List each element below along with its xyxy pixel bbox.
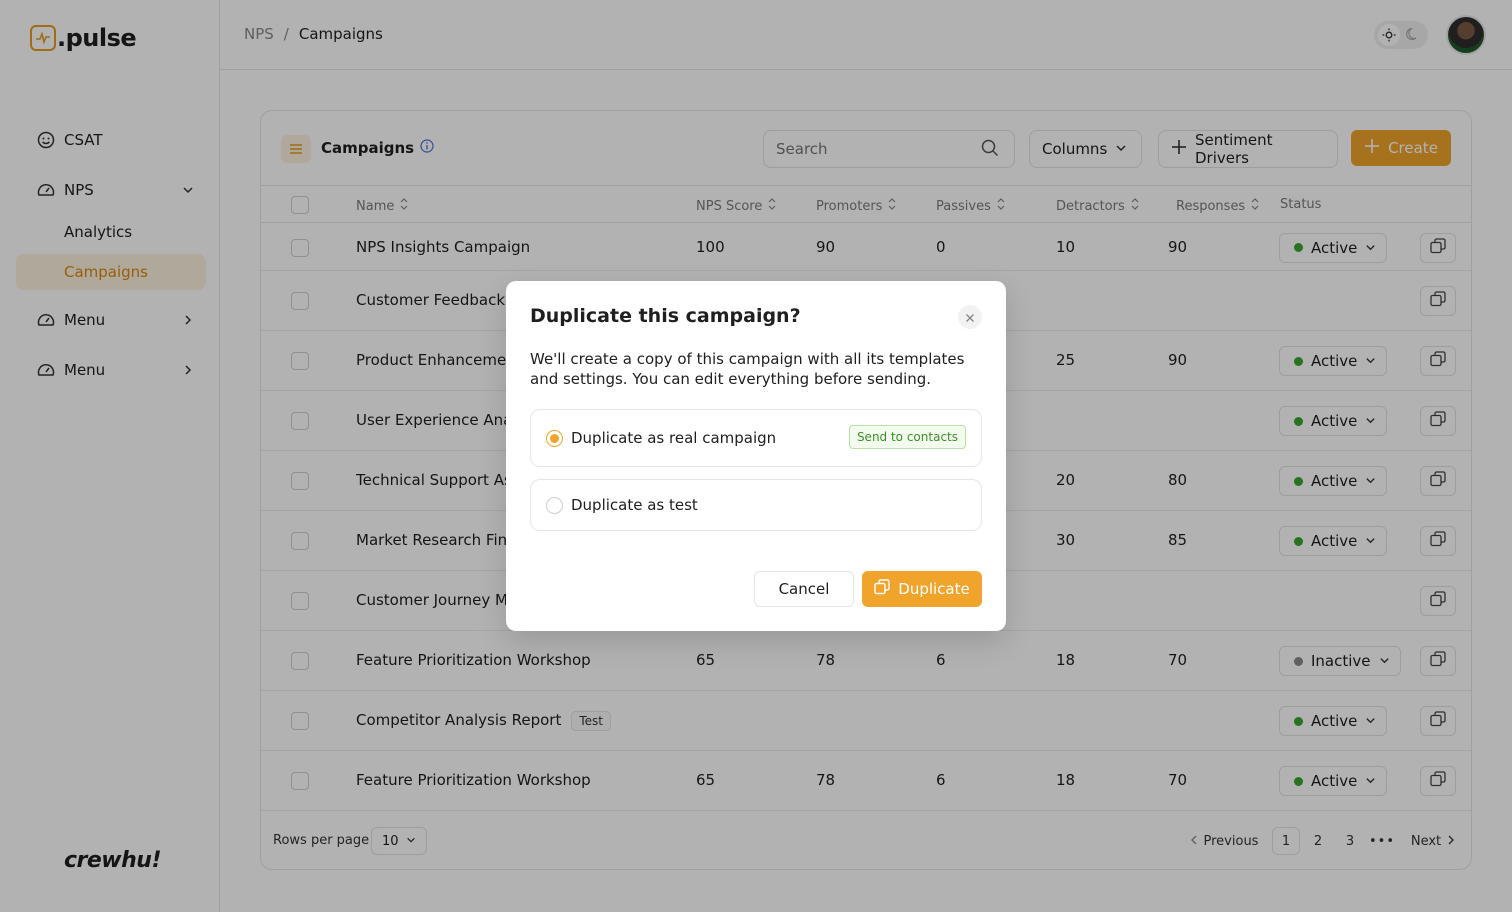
- close-icon: [965, 308, 975, 327]
- cancel-button[interactable]: Cancel: [754, 571, 854, 607]
- send-to-contacts-badge: Send to contacts: [848, 425, 966, 449]
- close-button[interactable]: [958, 305, 982, 329]
- option-duplicate-real[interactable]: Duplicate as real campaign Send to conta…: [530, 409, 982, 467]
- dialog-title: Duplicate this campaign?: [530, 305, 801, 327]
- radio-unselected[interactable]: [546, 496, 563, 514]
- duplicate-label: Duplicate: [898, 580, 970, 598]
- duplicate-campaign-dialog: Duplicate this campaign? We'll create a …: [506, 281, 1006, 631]
- option-label: Duplicate as test: [571, 496, 698, 514]
- dialog-description: We'll create a copy of this campaign wit…: [530, 350, 965, 388]
- copy-icon: [874, 579, 890, 599]
- option-label: Duplicate as real campaign: [571, 429, 777, 447]
- option-duplicate-test[interactable]: Duplicate as test: [530, 479, 982, 531]
- duplicate-button[interactable]: Duplicate: [862, 571, 982, 607]
- radio-selected[interactable]: [546, 429, 563, 447]
